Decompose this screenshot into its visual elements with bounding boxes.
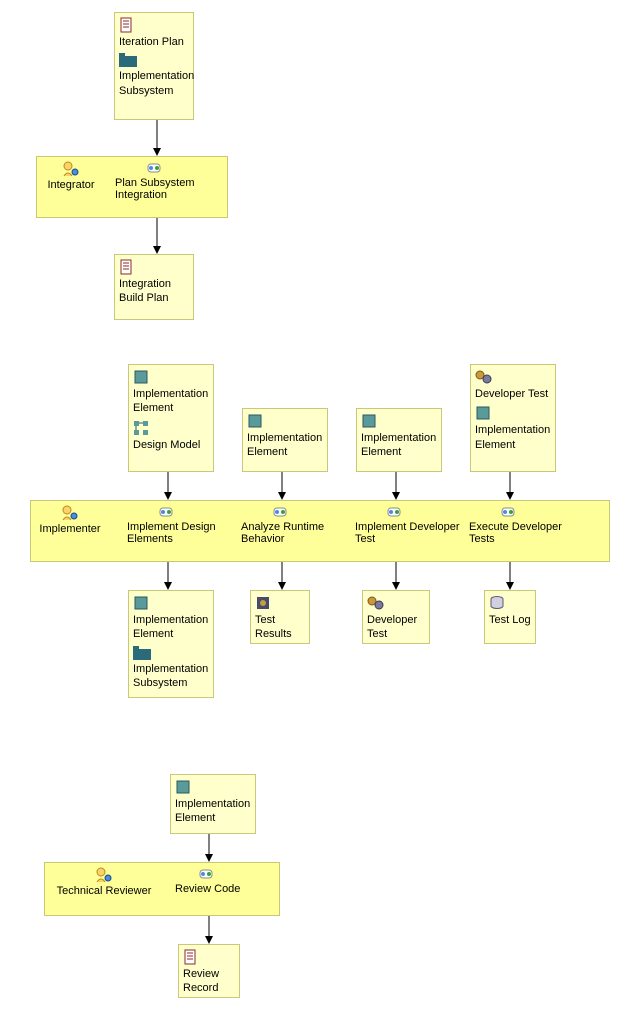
role-label: Implementer (35, 523, 105, 535)
activity-label: Implement Design Elements (127, 521, 231, 545)
role-icon (62, 161, 80, 177)
document-icon (119, 259, 135, 275)
activity-icon (145, 161, 163, 175)
flow-arrow (277, 472, 287, 500)
artifact-node: Test Log (484, 590, 536, 644)
artifact-node: Iteration Plan Implementation Subsystem (114, 12, 194, 120)
activity-row: Technical Reviewer Review Code (44, 862, 280, 916)
activity-cell[interactable]: Plan Subsystem Integration (115, 157, 225, 205)
database-icon (489, 595, 505, 611)
component-icon (247, 413, 263, 429)
activity-cell[interactable]: Analyze Runtime Behavior (241, 501, 345, 549)
role-icon (95, 867, 113, 883)
flow-arrow (391, 472, 401, 500)
component-icon (175, 779, 191, 795)
component-icon (133, 595, 149, 611)
role-label: Integrator (41, 179, 101, 191)
artifact-label: Implementation Subsystem (133, 662, 209, 691)
activity-cell[interactable]: Review Code (175, 863, 275, 899)
model-icon (133, 420, 149, 436)
gears-icon (475, 369, 493, 385)
flow-arrow (391, 562, 401, 590)
role-label: Technical Reviewer (49, 885, 159, 897)
flow-arrow (204, 916, 214, 944)
activity-label: Implement Developer Test (355, 521, 465, 545)
activity-label: Analyze Runtime Behavior (241, 521, 345, 545)
role-cell: Integrator (41, 157, 101, 195)
activity-cell[interactable]: Implement Design Elements (127, 501, 231, 549)
artifact-label: Developer Test (475, 387, 551, 401)
activity-label: Review Code (175, 883, 275, 895)
artifact-label: Implementation Element (247, 431, 323, 460)
artifact-label: Implementation Element (133, 387, 209, 416)
artifact-label: Implementation Element (175, 797, 251, 826)
artifact-node: Implementation Element (356, 408, 442, 472)
artifact-label: Implementation Element (133, 613, 209, 642)
artifact-label: Integration Build Plan (119, 277, 189, 306)
activity-label: Plan Subsystem Integration (115, 177, 225, 201)
role-cell: Implementer (35, 501, 105, 539)
artifact-node: Implementation Element (242, 408, 328, 472)
activity-cell[interactable]: Execute Developer Tests (469, 501, 589, 549)
role-cell: Technical Reviewer (49, 863, 159, 901)
artifact-node: Implementation Element Implementation Su… (128, 590, 214, 698)
flow-arrow (277, 562, 287, 590)
artifact-label: Test Results (255, 613, 305, 642)
artifact-node: Test Results (250, 590, 310, 644)
activity-icon (385, 505, 403, 519)
artifact-label: Implementation Subsystem (119, 69, 189, 98)
activity-row: Integrator Plan Subsystem Integration (36, 156, 228, 218)
flow-arrow (163, 562, 173, 590)
package-icon (119, 53, 137, 67)
activity-icon (197, 867, 215, 881)
artifact-label: Implementation Element (475, 423, 551, 452)
role-icon (61, 505, 79, 521)
activity-icon (499, 505, 517, 519)
artifact-label: Design Model (133, 438, 209, 452)
artifact-node: Developer Test Implementation Element (470, 364, 556, 472)
flow-arrow (505, 472, 515, 500)
flow-arrow (152, 120, 162, 156)
artifact-node: Integration Build Plan (114, 254, 194, 320)
artifact-label: Developer Test (367, 613, 425, 642)
flow-arrow (152, 218, 162, 254)
package-icon (133, 646, 151, 660)
component-icon (475, 405, 491, 421)
flow-arrow (204, 834, 214, 862)
activity-row: Implementer Implement Design Elements An… (30, 500, 610, 562)
results-icon (255, 595, 271, 611)
component-icon (361, 413, 377, 429)
artifact-node: Developer Test (362, 590, 430, 644)
artifact-node: Implementation Element (170, 774, 256, 834)
document-icon (183, 949, 199, 965)
activity-cell[interactable]: Implement Developer Test (355, 501, 465, 549)
artifact-label: Review Record (183, 967, 235, 996)
document-icon (119, 17, 135, 33)
activity-icon (157, 505, 175, 519)
artifact-label: Test Log (489, 613, 531, 627)
component-icon (133, 369, 149, 385)
activity-icon (271, 505, 289, 519)
artifact-label: Iteration Plan (119, 35, 189, 49)
artifact-node: Review Record (178, 944, 240, 998)
activity-label: Execute Developer Tests (469, 521, 589, 545)
gears-icon (367, 595, 385, 611)
flow-arrow (163, 472, 173, 500)
artifact-label: Implementation Element (361, 431, 437, 460)
flow-arrow (505, 562, 515, 590)
artifact-node: Implementation Element Design Model (128, 364, 214, 472)
